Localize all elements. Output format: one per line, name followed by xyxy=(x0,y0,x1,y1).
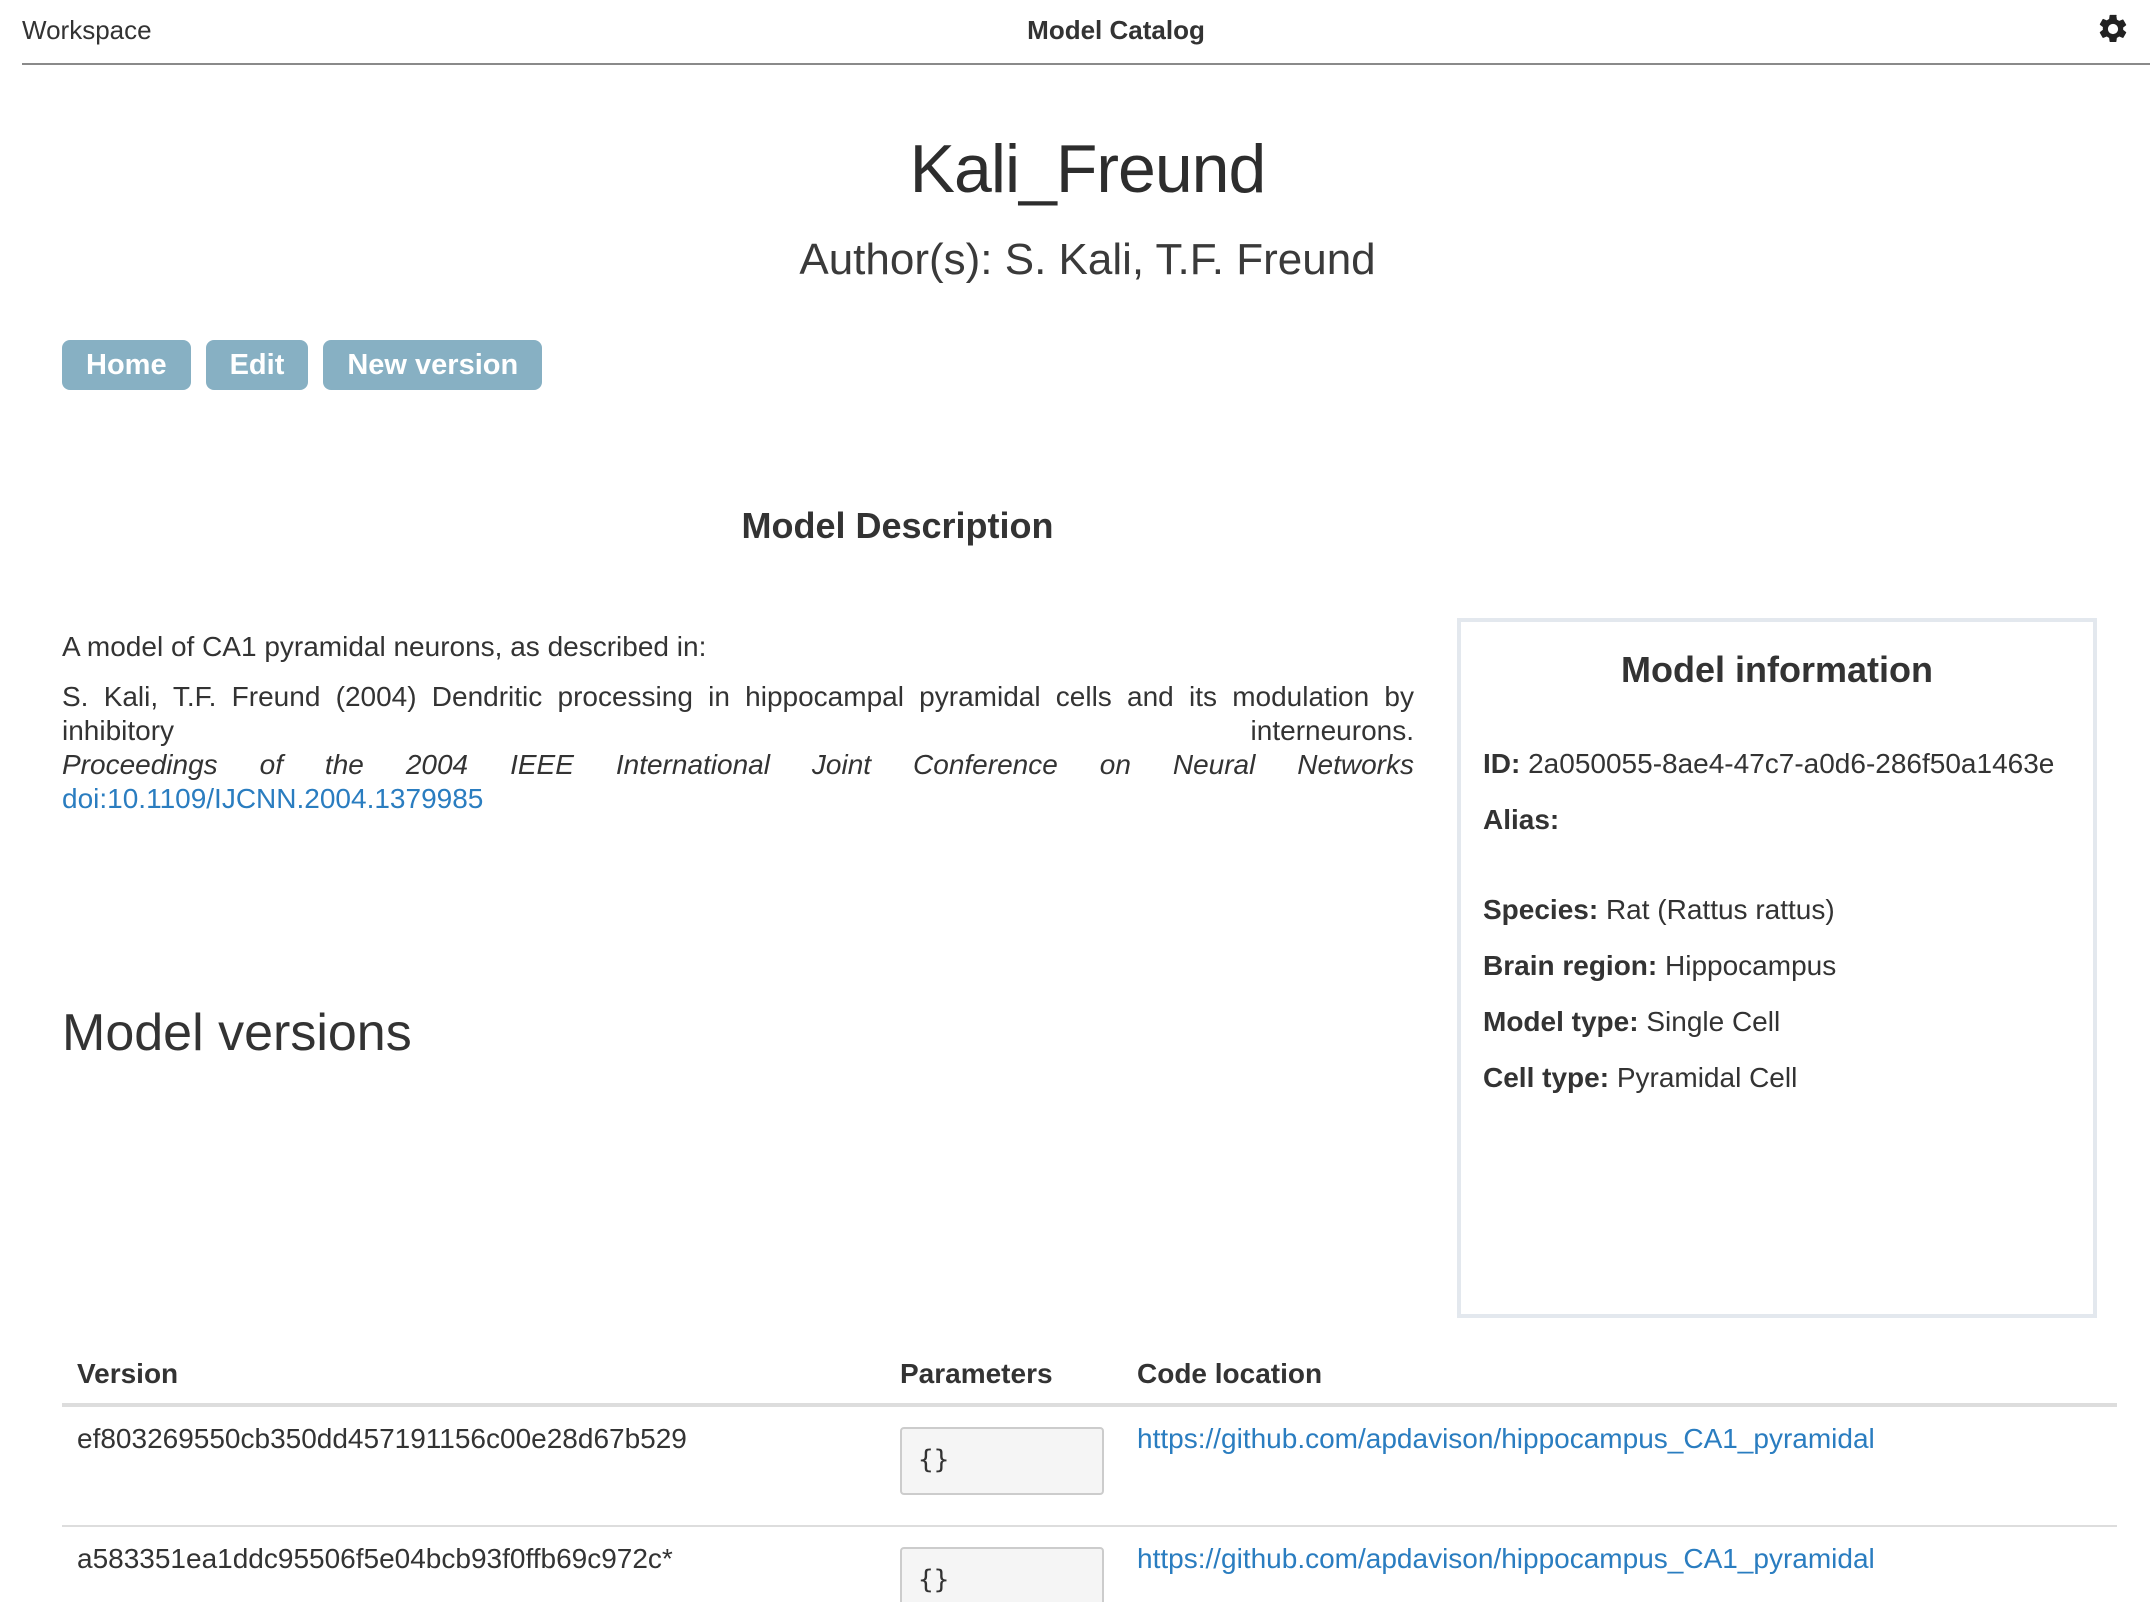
model-authors: Author(s): S. Kali, T.F. Freund xyxy=(799,235,1376,284)
reference-text: S. Kali, T.F. Freund (2004) Dendritic pr… xyxy=(62,680,1414,748)
description-intro: A model of CA1 pyramidal neurons, as des… xyxy=(62,631,707,662)
model-description: A model of CA1 pyramidal neurons, as des… xyxy=(62,630,1414,816)
info-brain-region: Brain region: Hippocampus xyxy=(1483,950,1836,982)
table-row: ef803269550cb350dd457191156c00e28d67b529… xyxy=(62,1407,2117,1527)
column-header-version: Version xyxy=(77,1358,179,1389)
action-buttons: Home Edit New version xyxy=(62,340,543,390)
new-version-button[interactable]: New version xyxy=(323,340,543,390)
reference-journal: Proceedings of the 2004 IEEE Internation… xyxy=(62,749,1414,780)
version-id: ef803269550cb350dd457191156c00e28d67b529 xyxy=(77,1423,687,1454)
code-location-link[interactable]: https://github.com/apdavison/hippocampus… xyxy=(1137,1543,1875,1575)
table-row: a583351ea1ddc95506f5e04bcb93f0ffb69c972c… xyxy=(62,1527,2117,1602)
reference: S. Kali, T.F. Freund (2004) Dendritic pr… xyxy=(62,680,1414,816)
species-value: Rat (Rattus rattus) xyxy=(1605,894,1835,925)
reference-journal-line: Proceedings of the 2004 IEEE Internation… xyxy=(62,748,1414,782)
code-location-link[interactable]: https://github.com/apdavison/hippocampus… xyxy=(1137,1423,1875,1455)
top-navbar: Workspace Model Catalog xyxy=(22,0,2150,65)
info-model-type: Model type: Single Cell xyxy=(1483,1006,1780,1038)
id-label: ID: xyxy=(1483,748,1521,779)
info-id: ID: 2a050055-8ae4-47c7-a0d6-286f50a1463e xyxy=(1483,748,2054,780)
parameters-box: {} xyxy=(900,1547,1104,1602)
cell-type-value: Pyramidal Cell xyxy=(1616,1062,1798,1093)
description-heading: Model Description xyxy=(741,505,1054,546)
model-info-panel: Model information ID: 2a050055-8ae4-47c7… xyxy=(1457,618,2097,1318)
alias-label: Alias: xyxy=(1483,804,1560,835)
doi-link[interactable]: doi:10.1109/IJCNN.2004.1379985 xyxy=(62,782,1414,816)
column-header-code-location: Code location xyxy=(1137,1358,1323,1389)
info-alias: Alias: xyxy=(1483,804,1559,836)
info-cell-type: Cell type: Pyramidal Cell xyxy=(1483,1062,1797,1094)
brain-region-value: Hippocampus xyxy=(1665,950,1837,981)
gear-icon[interactable] xyxy=(2096,12,2130,46)
reference-citation: S. Kali, T.F. Freund (2004) Dendritic pr… xyxy=(62,681,1414,746)
versions-heading: Model versions xyxy=(62,1004,412,1062)
model-type-label: Model type: xyxy=(1483,1006,1639,1037)
version-id: a583351ea1ddc95506f5e04bcb93f0ffb69c972c… xyxy=(77,1543,673,1574)
table-header: Version Parameters Code location xyxy=(62,1350,2117,1407)
cell-type-label: Cell type: xyxy=(1483,1062,1610,1093)
model-title: Kali_Freund xyxy=(909,131,1267,207)
home-button[interactable]: Home xyxy=(62,340,191,390)
edit-button[interactable]: Edit xyxy=(205,340,309,390)
app-title: Model Catalog xyxy=(1027,15,1205,45)
column-header-parameters: Parameters xyxy=(900,1358,1053,1389)
info-species: Species: Rat (Rattus rattus) xyxy=(1483,894,1835,926)
species-label: Species: xyxy=(1483,894,1599,925)
parameters-box: {} xyxy=(900,1427,1104,1495)
model-type-value: Single Cell xyxy=(1646,1006,1781,1037)
versions-table: Version Parameters Code location ef80326… xyxy=(62,1350,2117,1602)
id-value: 2a050055-8ae4-47c7-a0d6-286f50a1463e xyxy=(1528,748,2055,779)
brain-region-label: Brain region: xyxy=(1483,950,1658,981)
info-heading: Model information xyxy=(1621,649,1933,690)
